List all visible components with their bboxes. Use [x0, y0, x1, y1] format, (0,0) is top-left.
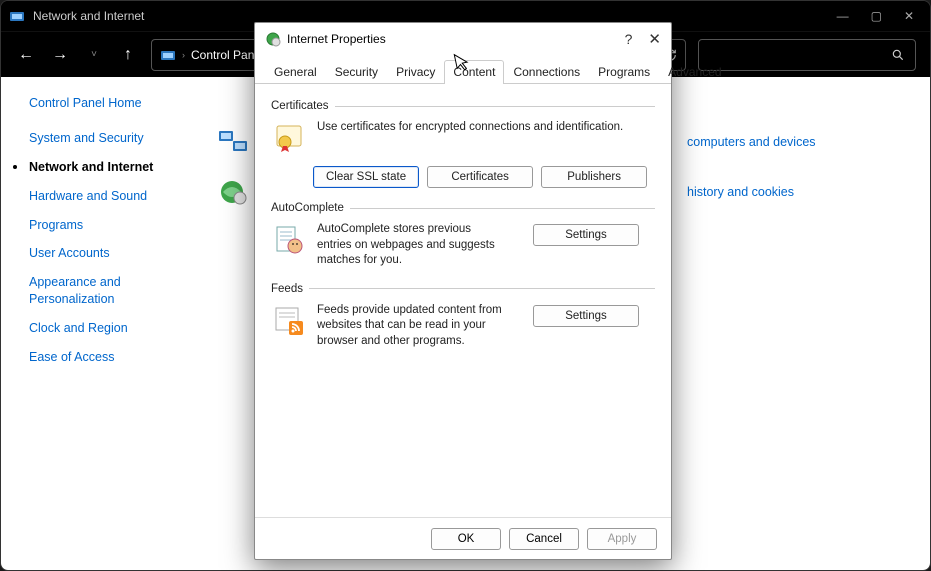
autocomplete-label: AutoComplete: [271, 202, 655, 214]
feeds-settings-button[interactable]: Settings: [533, 305, 639, 327]
window-title: Network and Internet: [33, 9, 144, 23]
clear-ssl-button[interactable]: Clear SSL state: [313, 166, 419, 188]
tab-privacy[interactable]: Privacy: [387, 60, 444, 84]
help-button[interactable]: ?: [625, 31, 633, 47]
close-button[interactable]: ✕: [904, 9, 914, 23]
search-icon: [891, 48, 905, 62]
tab-security[interactable]: Security: [326, 60, 387, 84]
apply-button[interactable]: Apply: [587, 528, 657, 550]
breadcrumb-item[interactable]: Control Panel: [191, 48, 264, 62]
certificates-button[interactable]: Certificates: [427, 166, 533, 188]
tab-advanced[interactable]: Advanced: [659, 60, 730, 84]
bg-link-history[interactable]: history and cookies: [687, 185, 794, 199]
sidebar-item-user-accounts[interactable]: User Accounts: [29, 245, 185, 262]
autocomplete-icon: [271, 222, 307, 258]
feeds-desc: Feeds provide updated content from websi…: [317, 303, 507, 350]
sidebar-item-network-internet[interactable]: Network and Internet: [29, 159, 185, 176]
publishers-button[interactable]: Publishers: [541, 166, 647, 188]
minimize-button[interactable]: —: [837, 9, 849, 23]
sidebar-item-programs[interactable]: Programs: [29, 217, 185, 234]
window-icon: [9, 8, 25, 24]
tab-content[interactable]: Content: [444, 60, 504, 84]
internet-options-icon: [219, 179, 249, 205]
back-button[interactable]: ←: [15, 46, 37, 64]
autocomplete-section: AutoComplete AutoComplete stores previou…: [271, 202, 655, 269]
sidebar-item-home[interactable]: Control Panel Home: [29, 95, 185, 112]
sidebar-item-clock-region[interactable]: Clock and Region: [29, 320, 185, 337]
tab-programs[interactable]: Programs: [589, 60, 659, 84]
cancel-button[interactable]: Cancel: [509, 528, 579, 550]
tab-connections[interactable]: Connections: [504, 60, 589, 84]
feeds-label: Feeds: [271, 283, 655, 295]
network-status-icon: [219, 129, 249, 155]
certificate-icon: [271, 120, 307, 156]
control-panel-icon: [160, 47, 176, 63]
bg-link-devices[interactable]: computers and devices: [687, 135, 816, 149]
certificates-desc: Use certificates for encrypted connectio…: [317, 120, 655, 136]
sidebar: Control Panel Home System and Security N…: [1, 77, 201, 570]
up-button[interactable]: ↑: [117, 46, 139, 64]
dialog-body: Certificates Use certificates for encryp…: [255, 84, 671, 517]
feeds-icon: [271, 303, 307, 339]
maximize-button[interactable]: ▢: [871, 9, 882, 23]
chevron-right-icon: ›: [182, 50, 185, 60]
sidebar-item-ease-of-access[interactable]: Ease of Access: [29, 349, 185, 366]
dialog-title: Internet Properties: [287, 32, 386, 46]
sidebar-item-hardware-sound[interactable]: Hardware and Sound: [29, 188, 185, 205]
tab-strip: General Security Privacy Content Connect…: [255, 59, 671, 84]
dialog-titlebar: Internet Properties ? ✕: [255, 23, 671, 55]
history-dropdown[interactable]: ˅: [83, 49, 105, 60]
dialog-close-button[interactable]: ✕: [648, 30, 661, 48]
certificates-section: Certificates Use certificates for encryp…: [271, 100, 655, 188]
forward-button[interactable]: →: [49, 46, 71, 64]
sidebar-item-appearance[interactable]: Appearance and Personalization: [29, 274, 185, 308]
autocomplete-settings-button[interactable]: Settings: [533, 224, 639, 246]
feeds-section: Feeds Feeds provide updated content from…: [271, 283, 655, 350]
window-controls: — ▢ ✕: [837, 9, 922, 23]
ok-button[interactable]: OK: [431, 528, 501, 550]
autocomplete-desc: AutoComplete stores previous entries on …: [317, 222, 497, 269]
certificates-label: Certificates: [271, 100, 655, 112]
search-box[interactable]: [698, 39, 916, 71]
sidebar-item-system-security[interactable]: System and Security: [29, 130, 185, 147]
tab-general[interactable]: General: [265, 60, 326, 84]
dialog-footer: OK Cancel Apply: [255, 517, 671, 559]
dialog-icon: [265, 31, 281, 47]
internet-properties-dialog: Internet Properties ? ✕ General Security…: [254, 22, 672, 560]
